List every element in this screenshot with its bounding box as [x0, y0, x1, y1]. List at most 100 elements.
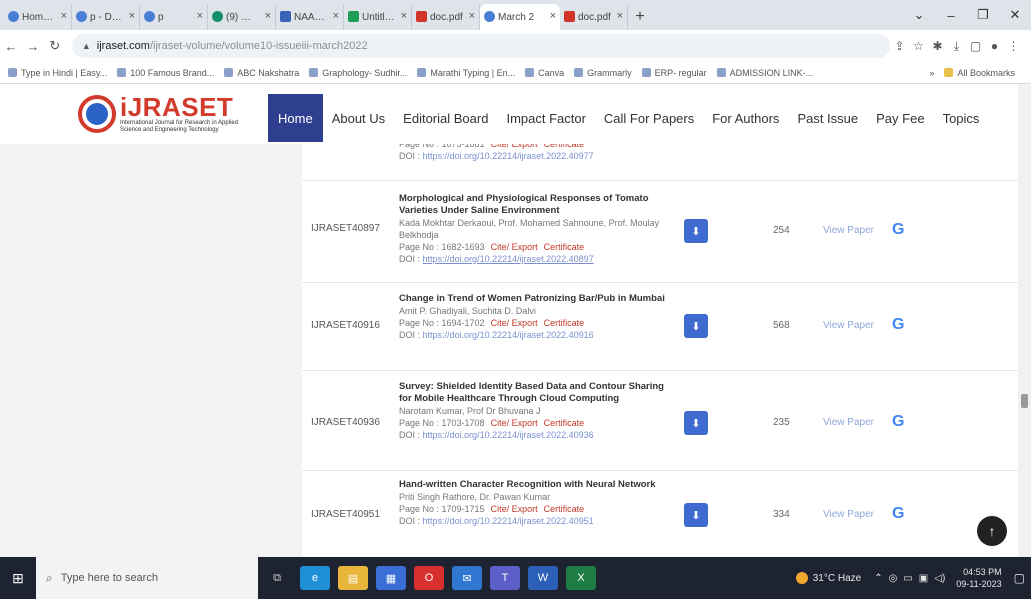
- notification-icon[interactable]: ▢: [1014, 571, 1025, 585]
- nav-editorial-board[interactable]: Editorial Board: [394, 111, 497, 126]
- edge-app-icon[interactable]: e: [300, 566, 330, 590]
- nav-topics[interactable]: Topics: [934, 111, 989, 126]
- profile-avatar-icon[interactable]: ●: [985, 39, 1004, 54]
- taskbar-search-box[interactable]: ⌕ Type here to search: [36, 557, 258, 599]
- excel-app-icon[interactable]: X: [566, 566, 596, 590]
- opera-app-icon[interactable]: O: [414, 566, 444, 590]
- bookmark-item[interactable]: ADMISSION LINK-...: [716, 68, 813, 78]
- google-scholar-icon[interactable]: G: [892, 505, 904, 523]
- extensions-icon[interactable]: ✱: [928, 39, 947, 54]
- browser-tab[interactable]: doc.pdf ×: [560, 4, 628, 30]
- google-scholar-icon[interactable]: G: [892, 316, 904, 334]
- close-icon[interactable]: ×: [265, 10, 271, 22]
- download-button[interactable]: ⬇: [684, 314, 708, 338]
- bookmark-item[interactable]: Graphology- Sudhir...: [309, 68, 407, 78]
- nav-pay-fee[interactable]: Pay Fee: [867, 111, 933, 126]
- bookmark-item[interactable]: 100 Famous Brand...: [117, 68, 214, 78]
- nav-home[interactable]: Home: [268, 94, 323, 142]
- tab-search-chevron-icon[interactable]: ⌄: [903, 0, 935, 30]
- teams-app-icon[interactable]: T: [490, 566, 520, 590]
- doi-link[interactable]: https://doi.org/10.22214/ijraset.2022.40…: [423, 430, 594, 440]
- task-view-icon[interactable]: ⧉: [262, 566, 292, 590]
- back-to-top-button[interactable]: ↑: [977, 516, 1007, 546]
- display-icon[interactable]: ▣: [919, 573, 928, 584]
- more-bookmarks-button[interactable]: »: [929, 68, 934, 78]
- address-bar[interactable]: ▲ ijraset.com/ijraset-volume/volume10-is…: [71, 34, 891, 58]
- certificate-link[interactable]: Certificate: [544, 318, 585, 328]
- battery-icon[interactable]: ▭: [903, 573, 912, 584]
- bookmark-item[interactable]: Grammarly: [574, 68, 632, 78]
- view-paper-link[interactable]: View Paper: [823, 417, 874, 428]
- site-logo[interactable]: iJRASET International Journal for Resear…: [78, 94, 260, 134]
- close-icon[interactable]: ×: [550, 10, 556, 22]
- volume-icon[interactable]: ◁): [934, 573, 945, 584]
- close-icon[interactable]: ×: [469, 10, 475, 22]
- back-icon[interactable]: ←: [0, 39, 22, 54]
- nav-for-authors[interactable]: For Authors: [703, 111, 788, 126]
- cite-export-link[interactable]: Cite/ Export: [491, 242, 538, 252]
- google-scholar-icon[interactable]: G: [892, 413, 904, 431]
- nav-call-for-papers[interactable]: Call For Papers: [595, 111, 703, 126]
- page-scrollbar[interactable]: [1018, 84, 1031, 557]
- minimize-icon[interactable]: –: [935, 0, 967, 30]
- new-tab-button[interactable]: +: [628, 4, 652, 30]
- paper-title[interactable]: Change in Trend of Women Patronizing Bar…: [399, 293, 667, 305]
- maximize-icon[interactable]: ❐: [967, 0, 999, 30]
- close-icon[interactable]: ×: [197, 10, 203, 22]
- bookmark-item[interactable]: Canva: [525, 68, 564, 78]
- doi-link[interactable]: https://doi.org/10.22214/ijraset.2022.40…: [423, 516, 594, 526]
- close-icon[interactable]: ×: [129, 10, 135, 22]
- close-icon[interactable]: ×: [61, 10, 67, 22]
- bookmark-item[interactable]: Type in Hindi | Easy...: [8, 68, 107, 78]
- window-close-icon[interactable]: ✕: [999, 0, 1031, 30]
- cite-export-link[interactable]: Cite/ Export: [491, 418, 538, 428]
- menu-kebab-icon[interactable]: ⋮: [1004, 39, 1023, 54]
- lock-icon[interactable]: ▲: [82, 41, 91, 51]
- file-explorer-app-icon[interactable]: ▤: [338, 566, 368, 590]
- doi-link[interactable]: https://doi.org/10.22214/ijraset.2022.40…: [423, 330, 594, 340]
- certificate-link[interactable]: Certificate: [544, 242, 585, 252]
- close-icon[interactable]: ×: [333, 10, 339, 22]
- bookmark-item[interactable]: ABC Nakshatra: [224, 68, 299, 78]
- windows-start-icon[interactable]: ⊞: [0, 570, 36, 587]
- network-icon[interactable]: ◎: [889, 573, 898, 584]
- browser-tab-active[interactable]: March 2 ×: [480, 4, 560, 30]
- bookmark-item[interactable]: ERP- regular: [641, 68, 707, 78]
- close-icon[interactable]: ×: [401, 10, 407, 22]
- paper-title[interactable]: Hand-written Character Recognition with …: [399, 479, 667, 491]
- browser-tab[interactable]: Home - I ×: [4, 4, 72, 30]
- doi-link[interactable]: https://doi.org/10.22214/ijraset.2022.40…: [423, 151, 594, 161]
- view-paper-link[interactable]: View Paper: [823, 509, 874, 520]
- reload-icon[interactable]: ↻: [44, 38, 66, 54]
- browser-tab[interactable]: Untitled ×: [344, 4, 412, 30]
- certificate-link[interactable]: Certificate: [544, 418, 585, 428]
- view-paper-link[interactable]: View Paper: [823, 320, 874, 331]
- share-icon[interactable]: ⇪: [890, 39, 909, 54]
- browser-tab[interactable]: (9) Wha ×: [208, 4, 276, 30]
- download-button[interactable]: ⬇: [684, 219, 708, 243]
- cite-export-link[interactable]: Cite/ Export: [491, 318, 538, 328]
- view-paper-link[interactable]: View Paper: [823, 225, 874, 236]
- all-bookmarks-button[interactable]: All Bookmarks: [944, 68, 1015, 78]
- download-button[interactable]: ⬇: [684, 411, 708, 435]
- doi-link[interactable]: https://doi.org/10.22214/ijraset.2022.40…: [423, 254, 594, 264]
- bookmark-star-icon[interactable]: ☆: [909, 39, 928, 54]
- paper-title[interactable]: Morphological and Physiological Response…: [399, 193, 667, 217]
- chevron-up-icon[interactable]: ⌃: [874, 573, 882, 584]
- browser-tab[interactable]: doc.pdf ×: [412, 4, 480, 30]
- taskbar-clock[interactable]: 04:53 PM 09-11-2023: [956, 566, 1001, 590]
- bookmark-item[interactable]: Marathi Typing | En...: [417, 68, 515, 78]
- browser-tab[interactable]: NAAC-R ×: [276, 4, 344, 30]
- nav-past-issue[interactable]: Past Issue: [788, 111, 867, 126]
- mail-app-icon[interactable]: ✉: [452, 566, 482, 590]
- nav-impact-factor[interactable]: Impact Factor: [497, 111, 594, 126]
- browser-tab[interactable]: p ×: [140, 4, 208, 30]
- word-app-icon[interactable]: W: [528, 566, 558, 590]
- weather-widget[interactable]: 31°C Haze: [795, 572, 861, 584]
- paper-title[interactable]: Survey: Shielded Identity Based Data and…: [399, 381, 667, 405]
- download-button[interactable]: ⬇: [684, 503, 708, 527]
- close-icon[interactable]: ×: [617, 10, 623, 22]
- scrollbar-thumb[interactable]: [1021, 394, 1028, 408]
- google-scholar-icon[interactable]: G: [892, 221, 904, 239]
- store-app-icon[interactable]: ▦: [376, 566, 406, 590]
